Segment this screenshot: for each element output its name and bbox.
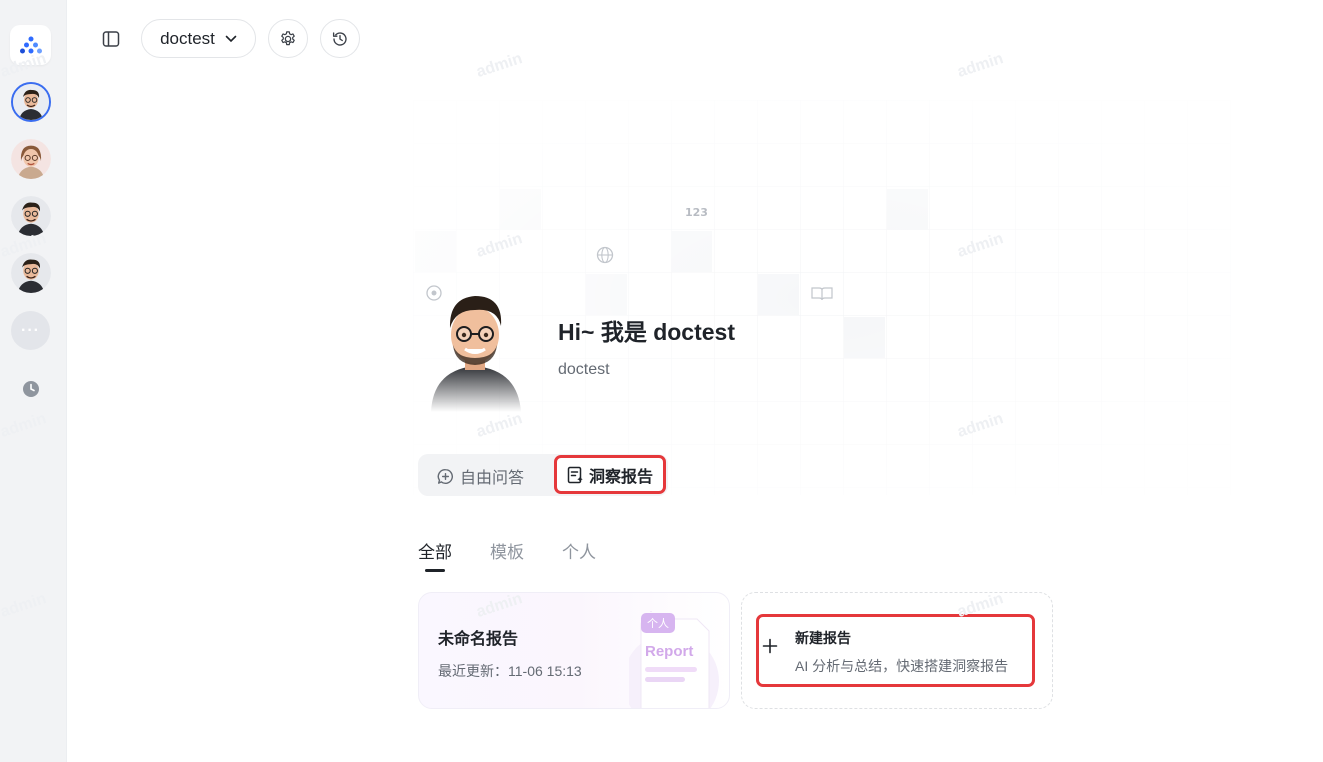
more-icon: ··· bbox=[21, 321, 40, 339]
avatar-icon bbox=[11, 196, 51, 236]
logo-icon bbox=[19, 36, 42, 54]
hero-grid-decoration: 123 bbox=[413, 100, 1231, 495]
mode-free-qa-button[interactable]: 自由问答 bbox=[437, 464, 524, 488]
new-report-subtitle: AI 分析与总结，快速搭建洞察报告 bbox=[795, 658, 1009, 674]
tab-templates[interactable]: 模板 bbox=[490, 538, 524, 563]
watermark: admin bbox=[955, 50, 1006, 81]
report-document-illustration: 个人 Report bbox=[629, 611, 719, 708]
agent-select[interactable]: doctest bbox=[141, 19, 256, 58]
history-clock-icon[interactable] bbox=[22, 380, 40, 398]
new-report-title: 新建报告 bbox=[795, 630, 851, 646]
more-agents-button[interactable]: ··· bbox=[11, 311, 50, 350]
app-logo[interactable] bbox=[10, 25, 51, 65]
report-tabs: 全部 模板 个人 bbox=[418, 538, 596, 572]
chat-plus-icon bbox=[437, 468, 453, 484]
plus-icon bbox=[762, 638, 778, 654]
agent-avatar-4[interactable] bbox=[11, 253, 51, 293]
settings-button[interactable] bbox=[268, 19, 308, 58]
agent-hero-avatar bbox=[431, 296, 521, 412]
report-sparkle-icon bbox=[567, 466, 583, 483]
history-button[interactable] bbox=[320, 19, 360, 58]
new-report-highlight[interactable] bbox=[756, 614, 1035, 687]
chevron-down-icon bbox=[225, 35, 237, 42]
gear-icon bbox=[281, 30, 295, 45]
mode-insight-report-button[interactable]: 洞察报告 bbox=[554, 455, 666, 494]
tab-all[interactable]: 全部 bbox=[418, 538, 452, 572]
avatar-icon bbox=[11, 139, 51, 179]
hero-greeting: Hi~ 我是 doctest bbox=[558, 319, 736, 345]
report-card[interactable]: 未命名报告 最近更新：11-06 15:13 个人 Report bbox=[418, 592, 730, 709]
sidebar-toggle-button[interactable] bbox=[97, 25, 125, 53]
avatar-icon bbox=[11, 253, 51, 293]
agent-avatar-3[interactable] bbox=[11, 196, 51, 236]
mode-free-qa-label: 自由问答 bbox=[460, 470, 525, 487]
agent-avatar-active[interactable] bbox=[11, 82, 51, 122]
avatar-icon bbox=[13, 84, 49, 120]
sidebar-toggle-icon bbox=[102, 31, 120, 47]
agent-select-label: doctest bbox=[160, 28, 215, 48]
report-card-title: 未命名报告 bbox=[438, 631, 519, 648]
history-icon bbox=[332, 31, 347, 46]
svg-text:123: 123 bbox=[685, 206, 708, 219]
hero-background: 123 bbox=[413, 100, 1231, 495]
report-badge: 个人 bbox=[647, 617, 669, 630]
report-card-updated: 最近更新：11-06 15:13 bbox=[438, 663, 582, 679]
left-rail: ··· bbox=[0, 0, 67, 762]
tab-personal[interactable]: 个人 bbox=[562, 538, 596, 563]
hero-subtitle: doctest bbox=[558, 361, 610, 378]
mode-insight-report-label: 洞察报告 bbox=[588, 468, 653, 486]
watermark: admin bbox=[474, 50, 525, 81]
agent-avatar-2[interactable] bbox=[11, 139, 51, 179]
report-illustration-word: Report bbox=[645, 643, 693, 660]
